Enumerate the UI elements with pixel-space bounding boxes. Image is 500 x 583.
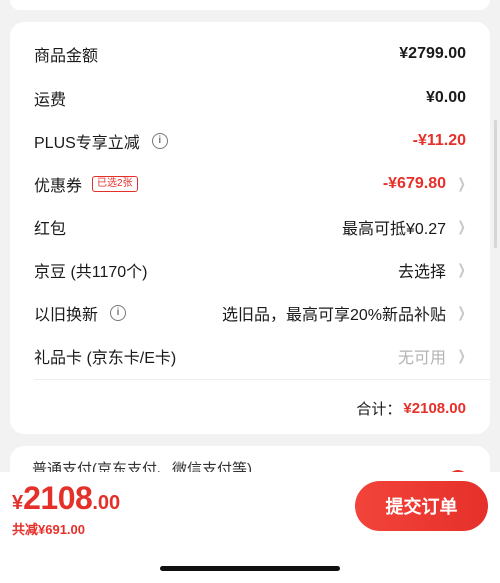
red-packet-value: 最高可抵¥0.27 [341, 220, 446, 238]
fee-summary-card: 商品金额 ¥2799.00 运费 ¥0.00 PLUS专享立减 i -¥11.2… [10, 22, 490, 434]
shipping-value: ¥0.00 [425, 88, 466, 106]
pay-amount: ¥ 2108 .00 [12, 480, 120, 517]
trade-in-row[interactable]: 以旧换新 i 选旧品，最高可享20%新品补贴 ❯ [34, 291, 466, 334]
total-saved: 共减¥691.00 [12, 522, 85, 537]
pay-amount-decimal: .00 [92, 492, 121, 514]
coupon-selected-badge: 已选2张 [92, 175, 138, 192]
plus-discount-label: PLUS专享立减 [34, 134, 140, 152]
total-label: 合计： [356, 400, 402, 418]
coupon-row[interactable]: 优惠券 已选2张 -¥679.80 ❯ [34, 162, 466, 205]
jd-beans-label: 京豆 (共1170个) [34, 263, 148, 281]
jd-beans-row[interactable]: 京豆 (共1170个) 去选择 ❯ [34, 248, 466, 291]
shipping-label: 运费 [34, 91, 67, 109]
trade-in-label: 以旧换新 [34, 306, 99, 324]
divider [34, 379, 490, 380]
info-icon[interactable]: i [151, 132, 168, 149]
chevron-right-icon: ❯ [457, 304, 466, 320]
total-row: 合计： ¥2108.00 [356, 388, 466, 428]
gift-card-value: 无可用 [397, 349, 446, 367]
goods-amount-row: 商品金额 ¥2799.00 [34, 32, 466, 75]
scrollbar[interactable] [494, 120, 497, 248]
submit-order-button[interactable]: 提交订单 [355, 481, 488, 531]
chevron-right-icon: ❯ [457, 347, 466, 363]
previous-card [10, 0, 490, 10]
trade-in-value: 选旧品，最高可享20%新品补贴 [221, 306, 446, 324]
gift-card-label: 礼品卡 (京东卡/E卡) [34, 349, 177, 367]
home-indicator [160, 566, 340, 571]
chevron-right-icon: ❯ [457, 175, 466, 191]
shipping-row: 运费 ¥0.00 [34, 76, 466, 119]
plus-discount-value: -¥11.20 [412, 131, 466, 149]
goods-amount-label: 商品金额 [34, 47, 99, 65]
currency-symbol: ¥ [12, 492, 24, 514]
total-value: ¥2108.00 [403, 399, 466, 417]
red-packet-label: 红包 [34, 220, 67, 238]
jd-beans-value: 去选择 [397, 263, 446, 281]
coupon-value: -¥679.80 [382, 174, 446, 192]
coupon-label: 优惠券 [34, 177, 83, 195]
gift-card-row[interactable]: 礼品卡 (京东卡/E卡) 无可用 ❯ [34, 334, 466, 377]
goods-amount-value: ¥2799.00 [399, 44, 466, 62]
chevron-right-icon: ❯ [457, 218, 466, 234]
red-packet-row[interactable]: 红包 最高可抵¥0.27 ❯ [34, 205, 466, 248]
info-icon[interactable]: i [110, 304, 127, 321]
plus-discount-row: PLUS专享立减 i -¥11.20 [34, 119, 466, 162]
pay-amount-integer: 2108 [23, 480, 93, 516]
chevron-right-icon: ❯ [457, 261, 466, 277]
